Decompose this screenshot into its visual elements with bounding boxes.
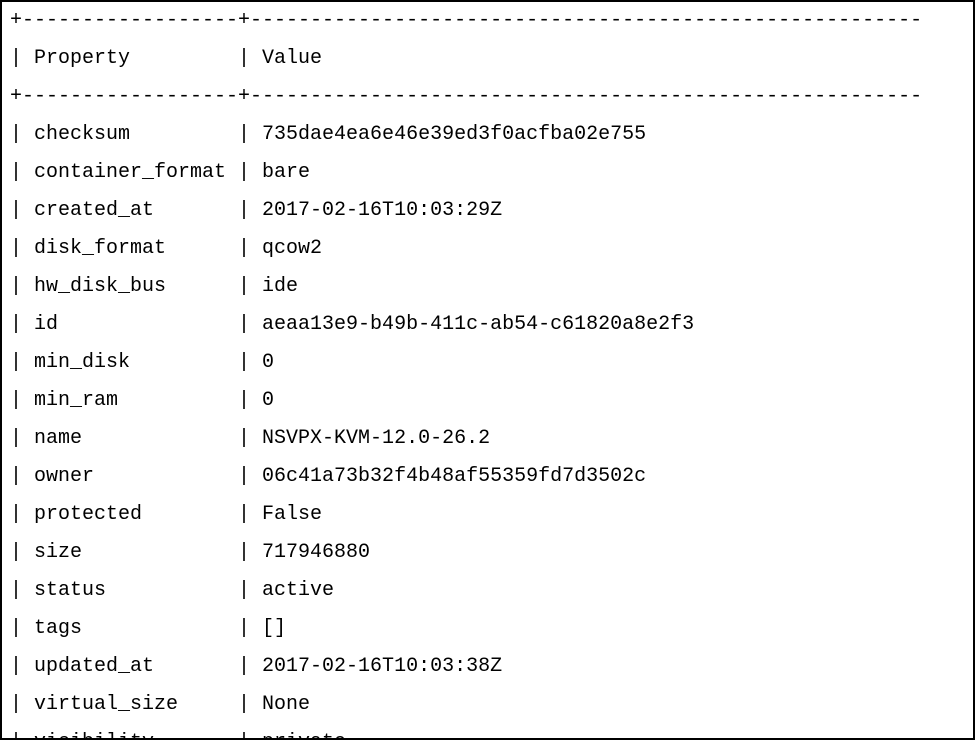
- ascii-table: +------------------+--------------------…: [2, 2, 973, 740]
- terminal-output: +------------------+--------------------…: [0, 0, 975, 740]
